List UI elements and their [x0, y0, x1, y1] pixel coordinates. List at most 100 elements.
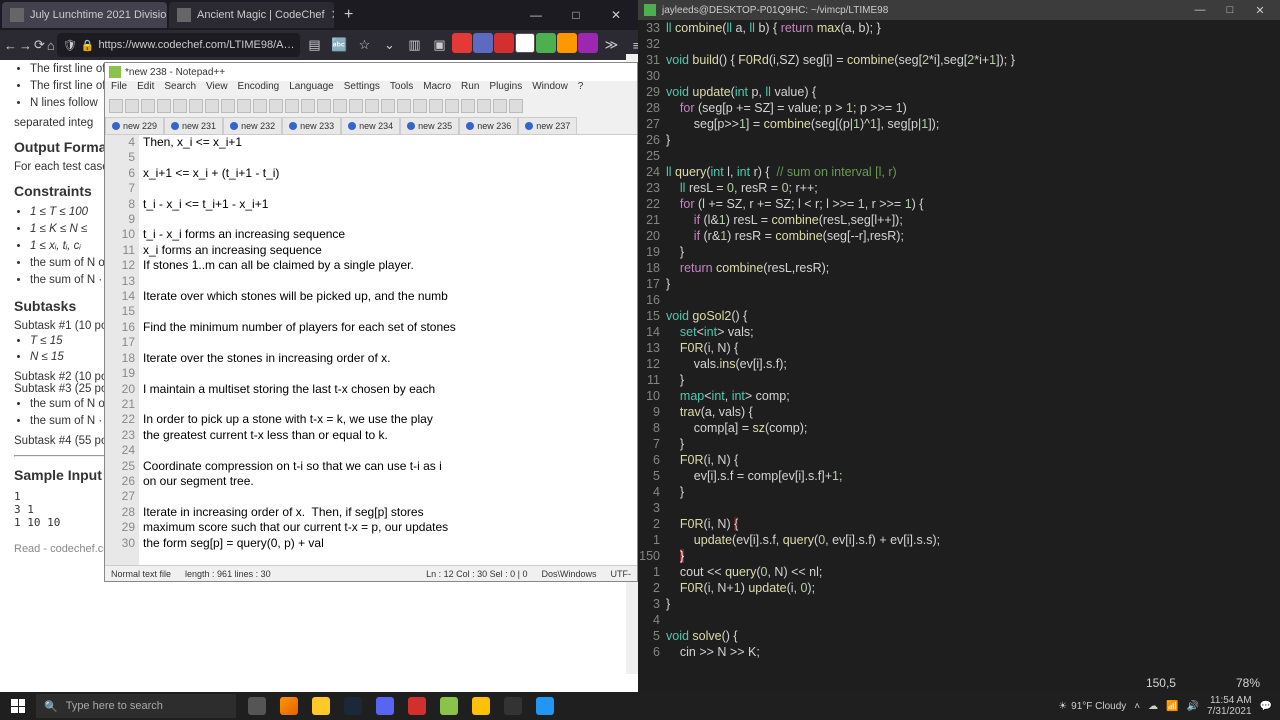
discord-icon[interactable]	[370, 692, 400, 720]
toolbar-icon[interactable]	[157, 99, 171, 113]
npp-editor[interactable]: 4567891011121314151617181920212223242526…	[105, 135, 637, 565]
toolbar-icon[interactable]	[397, 99, 411, 113]
browser-tab-2[interactable]: Ancient Magic | CodeChef✕	[169, 2, 334, 28]
toolbar-icon[interactable]	[125, 99, 139, 113]
menu-edit[interactable]: Edit	[137, 81, 154, 97]
toolbar-icon[interactable]	[509, 99, 523, 113]
maximize-button[interactable]: □	[1216, 1, 1244, 19]
code-area[interactable]: ll combine(ll a, ll b) { return max(a, b…	[666, 20, 1280, 674]
reader-icon[interactable]: ▤	[302, 33, 326, 57]
minimize-button[interactable]: —	[516, 2, 556, 28]
menu-encoding[interactable]: Encoding	[238, 81, 280, 97]
npp-tab[interactable]: new 237	[518, 117, 577, 134]
toolbar-icon[interactable]	[333, 99, 347, 113]
app-icon[interactable]	[466, 692, 496, 720]
menu-?[interactable]: ?	[578, 81, 584, 97]
npp-tab[interactable]: new 235	[400, 117, 459, 134]
vim-editor[interactable]: 3332313029282726252423222120191817161514…	[638, 20, 1280, 674]
url-input[interactable]: 🛡🔒https://www.codechef.com/LTIME98/A…	[57, 33, 301, 57]
explorer-icon[interactable]	[306, 692, 336, 720]
npp-tab[interactable]: new 233	[282, 117, 341, 134]
terminal-title-bar[interactable]: jayleeds@DESKTOP-P01Q9HC: ~/vimcp/LTIME9…	[638, 0, 1280, 20]
home-button[interactable]: ⌂	[47, 33, 55, 57]
toolbar-icon[interactable]	[109, 99, 123, 113]
toolbar-icon[interactable]	[205, 99, 219, 113]
maximize-button[interactable]: □	[556, 2, 596, 28]
toolbar-icon[interactable]	[173, 99, 187, 113]
ext-icon[interactable]	[557, 33, 577, 53]
ext-icon[interactable]	[515, 33, 535, 53]
ext-icon[interactable]	[578, 33, 598, 53]
volume-icon[interactable]: 🔊	[1187, 701, 1199, 712]
app-icon[interactable]	[402, 692, 432, 720]
toolbar-icon[interactable]	[269, 99, 283, 113]
toolbar-icon[interactable]	[381, 99, 395, 113]
menu-search[interactable]: Search	[164, 81, 196, 97]
menu-plugins[interactable]: Plugins	[489, 81, 522, 97]
close-icon[interactable]: ✕	[331, 7, 334, 23]
toolbar-icon[interactable]	[221, 99, 235, 113]
zoom-icon[interactable]	[530, 692, 560, 720]
cloud-icon[interactable]: ☁	[1148, 701, 1158, 712]
notifications-icon[interactable]: 💬	[1260, 701, 1272, 712]
toolbar-icon[interactable]	[253, 99, 267, 113]
wifi-icon[interactable]: 📶	[1166, 701, 1178, 712]
reload-button[interactable]: ⟳	[34, 33, 45, 57]
menu-macro[interactable]: Macro	[423, 81, 451, 97]
steam-icon[interactable]	[338, 692, 368, 720]
toolbar-icon[interactable]	[317, 99, 331, 113]
terminal-icon[interactable]	[498, 692, 528, 720]
clock[interactable]: 11:54 AM7/31/2021	[1207, 695, 1252, 717]
toolbar-icon[interactable]	[477, 99, 491, 113]
library-icon[interactable]: ▥	[402, 33, 426, 57]
pocket-icon[interactable]: ⌄	[377, 33, 401, 57]
toolbar-icon[interactable]	[429, 99, 443, 113]
toolbar-icon[interactable]	[237, 99, 251, 113]
toolbar-icon[interactable]	[349, 99, 363, 113]
menu-icon[interactable]: ≫	[599, 33, 623, 57]
start-button[interactable]	[0, 692, 36, 720]
weather-widget[interactable]: ☀91°F Cloudy	[1058, 701, 1126, 712]
toolbar-icon[interactable]	[141, 99, 155, 113]
npp-tab[interactable]: new 231	[164, 117, 223, 134]
forward-button[interactable]: →	[19, 33, 32, 57]
toolbar-icon[interactable]	[493, 99, 507, 113]
toolbar-icon[interactable]	[413, 99, 427, 113]
toolbar-icon[interactable]	[445, 99, 459, 113]
menu-settings[interactable]: Settings	[344, 81, 380, 97]
npp-tab[interactable]: new 236	[459, 117, 518, 134]
firefox-icon[interactable]	[274, 692, 304, 720]
menu-language[interactable]: Language	[289, 81, 334, 97]
menu-file[interactable]: File	[111, 81, 127, 97]
task-view-icon[interactable]	[242, 692, 272, 720]
npp-tab[interactable]: new 229	[105, 117, 164, 134]
ext-icon[interactable]	[494, 33, 514, 53]
menu-window[interactable]: Window	[532, 81, 568, 97]
taskbar-search[interactable]: 🔍Type here to search	[36, 694, 236, 718]
translate-icon[interactable]: 🔤	[327, 33, 351, 57]
toolbar-icon[interactable]	[365, 99, 379, 113]
menu-view[interactable]: View	[206, 81, 228, 97]
code-area[interactable]: Then, x_i <= x_i+1 x_i+1 <= x_i + (t_i+1…	[139, 135, 637, 565]
browser-tab-1[interactable]: July Lunchtime 2021 Division 1 ·✕	[2, 2, 167, 28]
sidebar-icon[interactable]: ▣	[427, 33, 451, 57]
notepadpp-icon[interactable]	[434, 692, 464, 720]
npp-tab[interactable]: new 232	[223, 117, 282, 134]
npp-title-bar[interactable]: *new 238 - Notepad++	[105, 63, 637, 81]
close-button[interactable]: ✕	[1246, 1, 1274, 19]
toolbar-icon[interactable]	[285, 99, 299, 113]
menu-tools[interactable]: Tools	[390, 81, 413, 97]
ext-icon[interactable]	[536, 33, 556, 53]
close-button[interactable]: ✕	[596, 2, 636, 28]
ext-icon[interactable]	[452, 33, 472, 53]
toolbar-icon[interactable]	[301, 99, 315, 113]
chevron-up-icon[interactable]: ˄	[1134, 701, 1140, 712]
menu-run[interactable]: Run	[461, 81, 479, 97]
new-tab-button[interactable]: +	[336, 6, 361, 24]
back-button[interactable]: ←	[4, 33, 17, 57]
toolbar-icon[interactable]	[189, 99, 203, 113]
bookmark-icon[interactable]: ☆	[352, 33, 376, 57]
minimize-button[interactable]: —	[1186, 1, 1214, 19]
ext-icon[interactable]	[473, 33, 493, 53]
npp-tab[interactable]: new 234	[341, 117, 400, 134]
